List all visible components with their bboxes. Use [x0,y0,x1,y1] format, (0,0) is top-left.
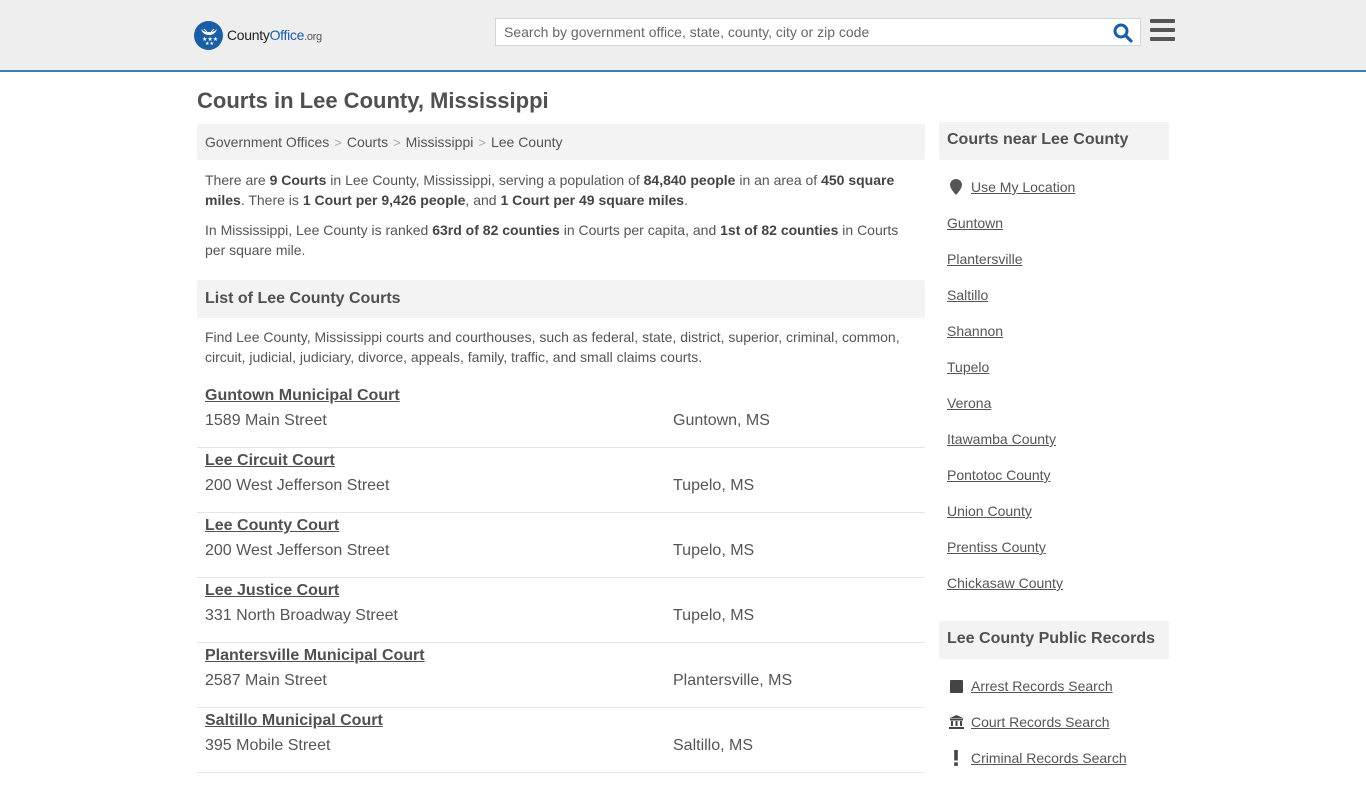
public-records-heading: Lee County Public Records [939,621,1169,659]
court-address: 200 West Jefferson Street [205,542,390,559]
breadcrumb-courts[interactable]: Courts [347,134,388,150]
court-address: 395 Mobile Street [205,737,331,754]
court-link[interactable]: Lee Circuit Court [205,452,335,470]
breadcrumb-mississippi[interactable]: Mississippi [406,134,474,150]
court-city: Guntown, MS [673,412,770,429]
court-link[interactable]: Lee County Court [205,517,339,535]
nearby-item: Shannon [947,323,1167,359]
nearby-item: Itawamba County [947,431,1167,467]
breadcrumb-government-offices[interactable]: Government Offices [205,134,329,150]
nearby-item: Plantersville [947,251,1167,287]
nearby-link-itawamba-county[interactable]: Itawamba County [947,431,1056,447]
nearby-link-chickasaw-county[interactable]: Chickasaw County [947,575,1063,591]
nearby-item: Tupelo [947,359,1167,395]
court-city: Saltillo, MS [673,737,754,754]
nearby-link-tupelo[interactable]: Tupelo [947,359,989,375]
records-item: Criminal Records Search [947,750,1167,786]
court-address: 331 North Broadway Street [205,607,398,624]
court-list-description: Find Lee County, Mississippi courts and … [205,329,900,365]
court-row: Lee Justice Court 331 North Broadway Str… [197,578,925,643]
nearby-item: Saltillo [947,287,1167,323]
nearby-item: Prentiss County [947,539,1167,575]
hamburger-menu-icon[interactable] [1150,19,1175,42]
court-link[interactable]: Saltillo Municipal Court [205,712,383,730]
nearby-courts-list: Use My Location Guntown Plantersville Sa… [947,179,1167,611]
nearby-item: Union County [947,503,1167,539]
court-address: 1589 Main Street [205,412,327,429]
courthouse-icon [947,714,965,730]
nearby-link-plantersville[interactable]: Plantersville [947,251,1022,267]
arrest-records-link[interactable]: Arrest Records Search [971,678,1113,694]
nearby-item: Pontotoc County [947,467,1167,503]
court-link[interactable]: Lee Justice Court [205,582,339,600]
square-icon [947,678,965,694]
search-input[interactable] [496,19,1106,45]
nearby-item: Chickasaw County [947,575,1167,611]
nearby-link-pontotoc-county[interactable]: Pontotoc County [947,467,1051,483]
court-link[interactable]: Plantersville Municipal Court [205,647,425,665]
logo-text: CountyOffice.org [227,27,322,43]
records-item: Arrest Records Search [947,678,1167,714]
map-marker-icon [947,179,965,195]
court-row: Lee County Court 200 West Jefferson Stre… [197,513,925,578]
court-address: 200 West Jefferson Street [205,477,390,494]
court-link[interactable]: Guntown Municipal Court [205,387,400,405]
breadcrumb-lee-county[interactable]: Lee County [491,134,563,150]
court-records-link[interactable]: Court Records Search [971,714,1110,730]
criminal-records-link[interactable]: Criminal Records Search [971,750,1127,766]
records-item: Court Records Search [947,714,1167,750]
use-my-location-item: Use My Location [947,179,1167,215]
intro-text: There are 9 Courts in Lee County, Missis… [205,170,920,270]
exclamation-icon [947,750,965,766]
nearby-link-verona[interactable]: Verona [947,395,991,411]
court-city: Plantersville, MS [673,672,793,689]
nearby-link-prentiss-county[interactable]: Prentiss County [947,539,1046,555]
intro-stats-paragraph: There are 9 Courts in Lee County, Missis… [205,172,895,208]
search-icon[interactable] [1112,22,1134,44]
court-address: 2587 Main Street [205,672,327,689]
court-row: Saltillo Municipal Court 395 Mobile Stre… [197,708,925,773]
breadcrumb-separator: > [393,135,401,150]
nearby-link-union-county[interactable]: Union County [947,503,1032,519]
court-row: Lee Circuit Court 200 West Jefferson Str… [197,448,925,513]
nearby-link-guntown[interactable]: Guntown [947,215,1003,231]
breadcrumb-separator: > [478,135,486,150]
nearby-courts-heading: Courts near Lee County [939,122,1169,160]
search-box [495,18,1141,46]
svg-text:★★: ★★ [205,41,214,46]
breadcrumb: Government Offices > Courts > Mississippi > Le… [197,124,925,160]
nearby-item: Verona [947,395,1167,431]
court-row: Guntown Municipal Court 1589 Main Street… [197,383,925,448]
court-list-heading: List of Lee County Courts [197,280,925,318]
public-records-list: Arrest Records Search Court Records Sear… [947,678,1167,786]
nearby-link-saltillo[interactable]: Saltillo [947,287,988,303]
breadcrumb-separator: > [334,135,342,150]
nearby-item: Guntown [947,215,1167,251]
court-list: Guntown Municipal Court 1589 Main Street… [197,383,925,773]
site-header: ★★★ ★★ CountyOffice.org [0,0,1366,72]
intro-rank-paragraph: In Mississippi, Lee County is ranked 63r… [205,222,899,258]
use-my-location-link[interactable]: Use My Location [971,179,1075,195]
court-city: Tupelo, MS [673,607,755,624]
court-row: Plantersville Municipal Court 2587 Main … [197,643,925,708]
court-city: Tupelo, MS [673,477,755,494]
page-title: Courts in Lee County, Mississippi [197,88,549,113]
nearby-link-shannon[interactable]: Shannon [947,323,1003,339]
eagle-stars-logo-icon: ★★★ ★★ [194,20,223,50]
site-logo[interactable]: ★★★ ★★ CountyOffice.org [194,20,322,50]
court-city: Tupelo, MS [673,542,755,559]
